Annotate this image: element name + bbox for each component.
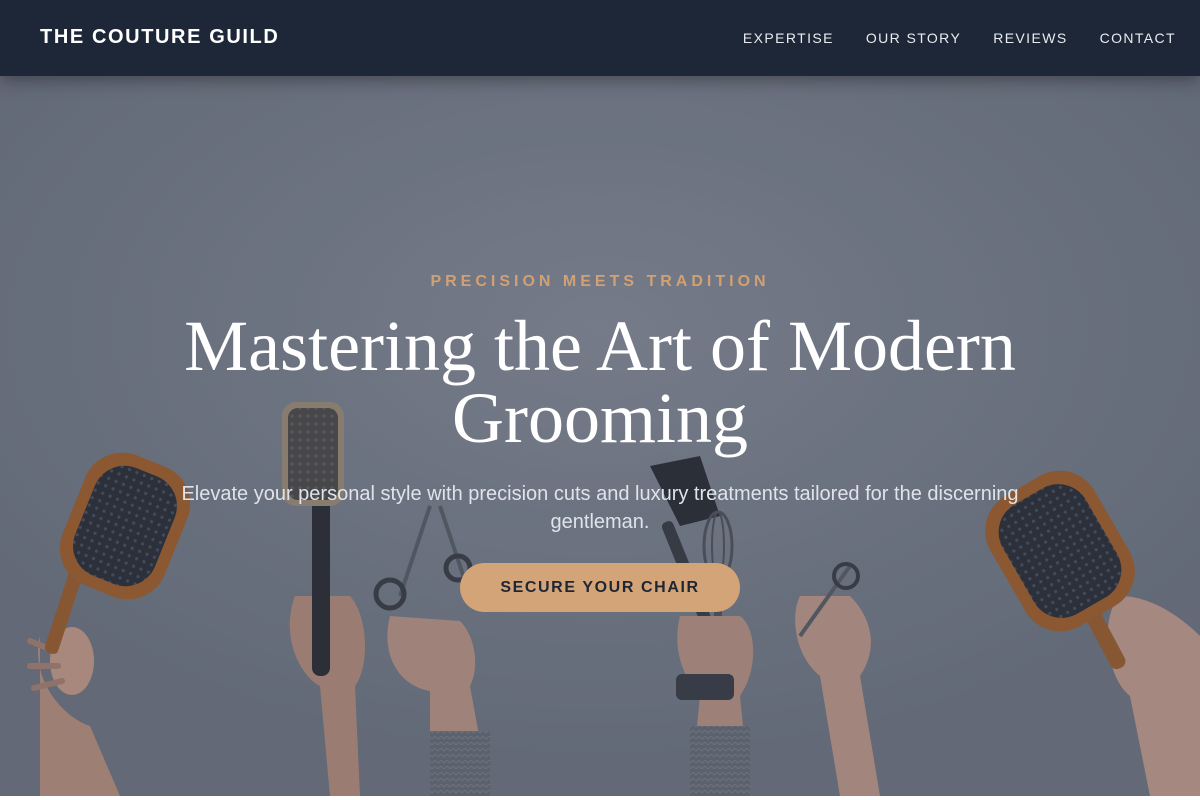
top-navigation-bar: THE COUTURE GUILD EXPERTISE OUR STORY RE… — [0, 0, 1200, 76]
nav-link-contact[interactable]: CONTACT — [1100, 30, 1176, 46]
hero-headline: Mastering the Art of Modern Grooming — [184, 306, 1016, 458]
brand-logo[interactable]: THE COUTURE GUILD — [40, 26, 279, 49]
nav-link-reviews[interactable]: REVIEWS — [993, 30, 1067, 46]
hero-subtitle: Elevate your personal style with precisi… — [181, 483, 1019, 533]
nav-link-our-story[interactable]: OUR STORY — [866, 30, 961, 46]
secure-chair-button[interactable]: SECURE YOUR CHAIR — [460, 563, 740, 612]
hero-eyebrow: PRECISION MEETS TRADITION — [430, 273, 770, 290]
hero-section: PRECISION MEETS TRADITION Mastering the … — [0, 76, 1200, 796]
hero-content: PRECISION MEETS TRADITION Mastering the … — [0, 76, 1200, 796]
nav-links: EXPERTISE OUR STORY REVIEWS CONTACT — [743, 30, 1176, 46]
page-bottom-edge — [0, 796, 1200, 800]
nav-link-expertise[interactable]: EXPERTISE — [743, 30, 834, 46]
